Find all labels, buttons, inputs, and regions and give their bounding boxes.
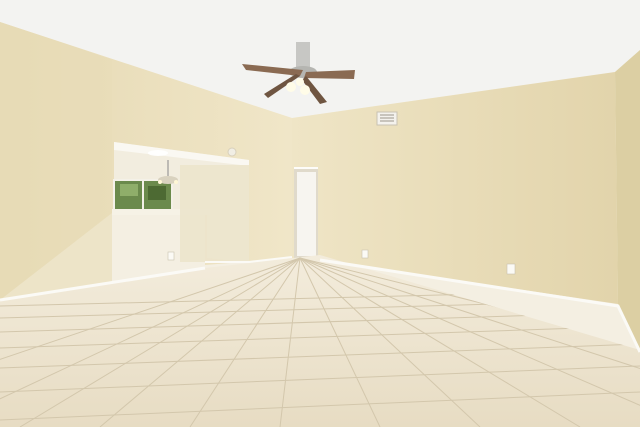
wall-outlet bbox=[167, 251, 175, 261]
smoke-detector bbox=[227, 147, 237, 157]
pass-through-opening bbox=[112, 142, 249, 262]
room-photo bbox=[0, 0, 640, 427]
wall-outlet bbox=[506, 263, 516, 275]
hvac-vent bbox=[376, 111, 398, 126]
wall-outlet bbox=[361, 249, 369, 259]
room-illustration bbox=[0, 0, 640, 427]
ceiling-light bbox=[148, 150, 168, 156]
doorway bbox=[294, 167, 318, 258]
